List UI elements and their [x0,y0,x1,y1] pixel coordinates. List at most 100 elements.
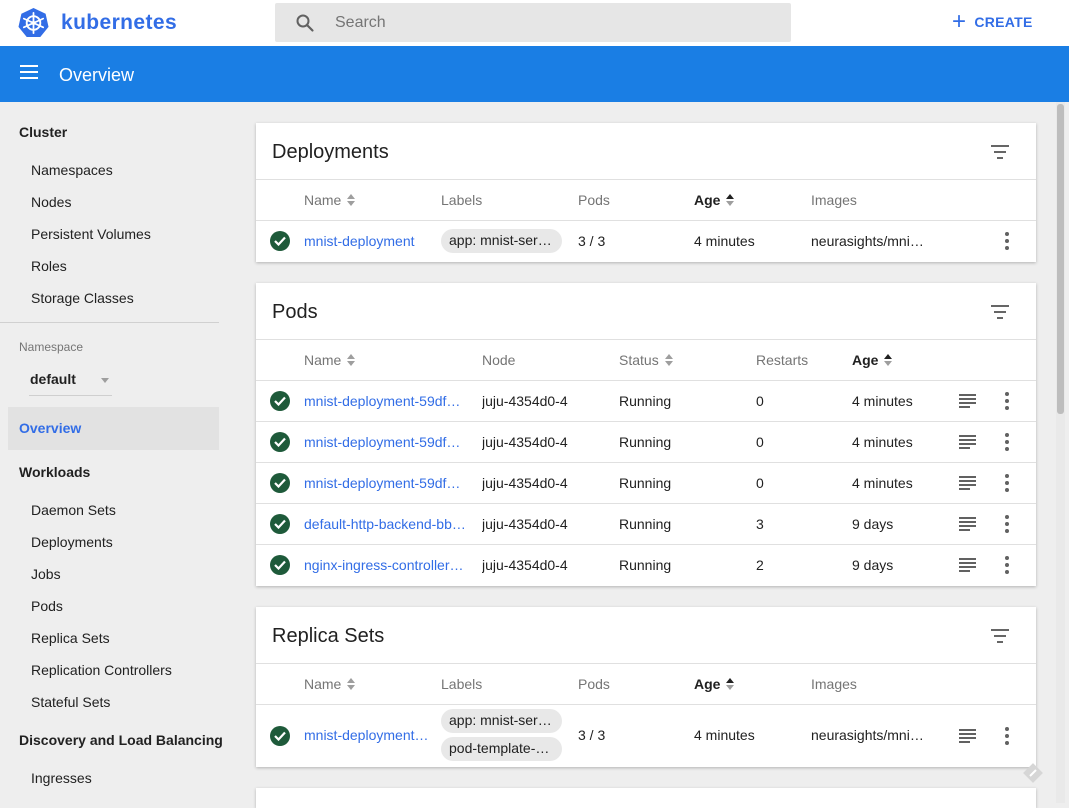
logs-icon[interactable] [959,729,976,743]
sidebar-item-nodes[interactable]: Nodes [31,194,71,210]
pods-count: 3 / 3 [578,233,606,249]
replica-sets-card: Replica Sets Name Labels Pods Age Images… [256,607,1036,767]
check-circle-icon [270,473,290,493]
status-value: Running [619,475,672,491]
age-value: 4 minutes [694,727,755,743]
filter-icon[interactable] [991,629,1009,643]
images-value: neurasights/mnist-server [811,233,927,249]
sidebar: Cluster Namespaces Nodes Persistent Volu… [0,102,230,803]
age-value: 9 days [852,557,894,573]
menu-icon[interactable] [20,65,38,79]
sidebar-item-replication-controllers[interactable]: Replication Controllers [31,662,172,678]
label-chip: app: mnist-server [441,229,562,253]
namespace-value: default [30,371,76,387]
pod-name-link[interactable]: default-http-backend-bb8d9c [304,516,466,532]
table-header: Name Node Status Restarts Age [256,339,1036,380]
scrollbar-thumb[interactable] [1057,104,1064,414]
sort-icon [884,353,893,367]
filter-icon[interactable] [991,145,1009,159]
table-row[interactable]: mnist-deployment app: mnist-server 3 / 3… [256,220,1036,261]
sidebar-item-roles[interactable]: Roles [31,258,67,274]
table-row[interactable]: mnist-deployment-59dfd8d9b5 juju-4354d0-… [256,380,1036,421]
logs-icon[interactable] [959,558,976,572]
sort-icon [664,353,674,367]
more-vert-icon[interactable] [1005,515,1009,533]
sidebar-item-stateful-sets[interactable]: Stateful Sets [31,694,110,710]
search-input[interactable] [335,3,775,42]
sidebar-item-pods[interactable]: Pods [31,598,63,614]
column-header-labels: Labels [441,192,483,208]
table-row[interactable]: nginx-ingress-controller-kubernetes juju… [256,544,1036,585]
more-vert-icon[interactable] [1005,232,1009,250]
pods-count: 3 / 3 [578,727,606,743]
logs-icon[interactable] [959,517,976,531]
sidebar-item-daemon-sets[interactable]: Daemon Sets [31,502,116,518]
table-row[interactable]: mnist-deployment-59dfd8d9b5 juju-4354d0-… [256,462,1036,503]
sort-icon [347,353,356,367]
nav-heading-cluster[interactable]: Cluster [19,124,67,140]
table-row[interactable]: mnist-deployment-59dfd8d9b5 app: mnist-s… [256,704,1036,767]
column-header-age[interactable]: Age [852,352,893,368]
logs-icon[interactable] [959,476,976,490]
nav-heading-workloads[interactable]: Workloads [19,464,90,480]
filter-icon[interactable] [991,305,1009,319]
pod-name-link[interactable]: mnist-deployment-59dfd8d9b5 [304,475,466,491]
status-value: Running [619,434,672,450]
column-header-node: Node [482,352,516,368]
column-header-age[interactable]: Age [694,192,735,208]
sidebar-item-jobs[interactable]: Jobs [31,566,61,582]
sidebar-item-replica-sets[interactable]: Replica Sets [31,630,110,646]
card-title: Replica Sets [272,625,385,647]
pod-name-link[interactable]: nginx-ingress-controller-kubernetes [304,557,466,573]
label-chip: app: mnist-server [441,709,562,733]
more-vert-icon[interactable] [1005,392,1009,410]
sidebar-item-overview[interactable]: Overview [8,407,219,450]
pod-name-link[interactable]: mnist-deployment-59dfd8d9b5 [304,393,466,409]
card-title: Deployments [272,141,389,163]
sort-icon [726,193,735,207]
search-bar[interactable] [275,3,791,42]
edit-icon[interactable] [1022,762,1044,784]
column-header-status[interactable]: Status [619,352,674,368]
column-header-name[interactable]: Name [304,352,356,368]
age-value: 9 days [852,516,894,532]
column-header-name[interactable]: Name [304,676,356,692]
pod-name-link[interactable]: mnist-deployment-59dfd8d9b5 [304,434,466,450]
sidebar-item-ingresses[interactable]: Ingresses [31,770,92,786]
more-vert-icon[interactable] [1005,556,1009,574]
nav-heading-discovery[interactable]: Discovery and Load Balancing [19,732,223,748]
age-value: 4 minutes [852,393,913,409]
column-header-pods: Pods [578,676,610,692]
column-header-images: Images [811,676,857,692]
table-row[interactable]: default-http-backend-bb8d9c juju-4354d0-… [256,503,1036,544]
check-circle-icon [270,432,290,452]
more-vert-icon[interactable] [1005,727,1009,745]
brand-name[interactable]: kubernetes [61,11,177,35]
node-value: juju-4354d0-4 [482,434,568,450]
sidebar-item-namespaces[interactable]: Namespaces [31,162,113,178]
logs-icon[interactable] [959,435,976,449]
age-value: 4 minutes [694,233,755,249]
column-header-age[interactable]: Age [694,676,735,692]
more-vert-icon[interactable] [1005,433,1009,451]
namespace-select[interactable]: default [29,366,112,396]
restarts-value: 2 [756,557,764,573]
deployments-card: Deployments Name Labels Pods Age Images … [256,123,1036,262]
images-value: neurasights/mnist-server [811,727,927,743]
deployment-name-link[interactable]: mnist-deployment [304,233,429,249]
table-row[interactable]: mnist-deployment-59dfd8d9b5 juju-4354d0-… [256,421,1036,462]
kubernetes-logo-icon[interactable] [18,7,49,38]
search-icon [296,14,314,32]
sort-icon [726,677,735,691]
column-header-name[interactable]: Name [304,192,356,208]
card-title: Pods [272,301,318,323]
age-value: 4 minutes [852,475,913,491]
sidebar-item-persistent-volumes[interactable]: Persistent Volumes [31,226,151,242]
more-vert-icon[interactable] [1005,474,1009,492]
sidebar-item-storage-classes[interactable]: Storage Classes [31,290,134,306]
create-button[interactable]: + CREATE [952,10,1033,34]
logs-icon[interactable] [959,394,976,408]
replica-set-name-link[interactable]: mnist-deployment-59dfd8d9b5 [304,727,429,743]
sidebar-item-deployments[interactable]: Deployments [31,534,113,550]
next-card [256,788,1036,808]
